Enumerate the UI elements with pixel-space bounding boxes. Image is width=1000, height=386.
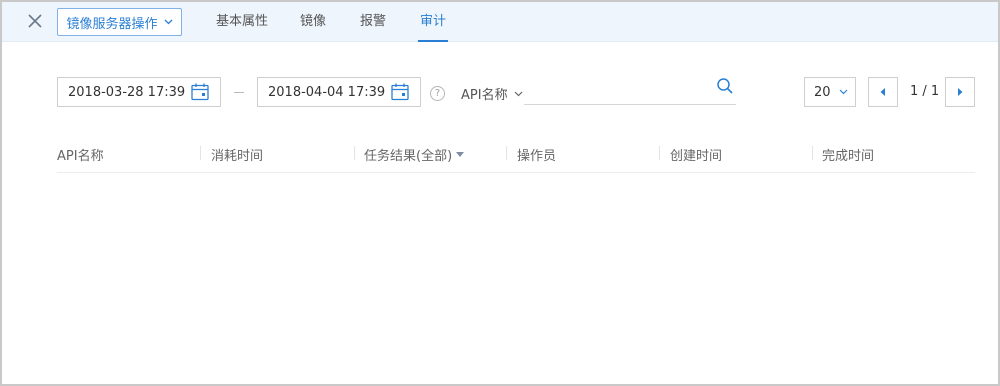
start-date-value: 2018-03-28 17:39 xyxy=(68,84,186,100)
close-icon xyxy=(28,14,42,28)
audit-table-body xyxy=(57,174,975,374)
column-divider xyxy=(506,146,507,160)
api-name-select-label: API名称 xyxy=(461,88,508,103)
column-header-label: 任务结果(全部) xyxy=(364,149,453,164)
calendar-icon[interactable] xyxy=(390,82,410,102)
column-header-duration[interactable]: 消耗时间 xyxy=(211,145,263,164)
column-header-task-result[interactable]: 任务结果(全部) xyxy=(364,145,465,164)
image-server-ops-button[interactable]: 镜像服务器操作 xyxy=(57,8,182,36)
sort-triangle-icon[interactable] xyxy=(456,152,465,157)
search-box xyxy=(524,77,736,105)
page-size-value: 20 xyxy=(814,84,831,100)
chevron-down-icon xyxy=(164,19,172,25)
column-header-label: 创建时间 xyxy=(670,149,723,164)
chevron-down-icon xyxy=(514,91,523,96)
column-divider xyxy=(354,146,355,160)
calendar-icon[interactable] xyxy=(190,82,210,102)
page-size-select[interactable]: 20 xyxy=(804,77,856,107)
column-header-api-name[interactable]: API名称 xyxy=(57,145,104,164)
column-header-operator[interactable]: 操作员 xyxy=(517,145,556,164)
api-name-select[interactable]: API名称 xyxy=(461,84,523,103)
column-header-label: 操作员 xyxy=(517,149,557,164)
help-icon[interactable]: ? xyxy=(430,86,445,101)
column-divider xyxy=(812,146,813,160)
column-divider xyxy=(659,146,660,160)
next-page-button[interactable] xyxy=(945,77,975,107)
caret-right-icon xyxy=(958,88,963,96)
column-header-label: API名称 xyxy=(57,149,104,164)
tab-basic-properties[interactable]: 基本属性 xyxy=(216,10,268,42)
end-date-value: 2018-04-04 17:39 xyxy=(268,84,386,100)
column-header-finished-time[interactable]: 完成时间 xyxy=(822,145,874,164)
date-range-separator xyxy=(234,92,244,93)
window-frame: 镜像服务器操作 基本属性 镜像 报警 审计 2018-03-28 17:39 2… xyxy=(0,0,1000,386)
column-header-label: 完成时间 xyxy=(822,149,875,164)
end-date-picker[interactable]: 2018-04-04 17:39 xyxy=(257,77,421,107)
page-indicator: 1 / 1 xyxy=(910,84,940,99)
column-divider xyxy=(200,146,201,160)
image-server-ops-label: 镜像服务器操作 xyxy=(66,16,158,32)
column-header-label: 消耗时间 xyxy=(211,149,264,164)
column-header-created-time[interactable]: 创建时间 xyxy=(670,145,722,164)
tab-alarms[interactable]: 报警 xyxy=(360,10,386,42)
prev-page-button[interactable] xyxy=(868,77,898,107)
start-date-picker[interactable]: 2018-03-28 17:39 xyxy=(57,77,221,107)
audit-table-header: API名称 消耗时间 任务结果(全部) 操作员 创建时间 完成时间 xyxy=(57,142,975,173)
tab-images[interactable]: 镜像 xyxy=(300,10,326,42)
top-bar: 镜像服务器操作 基本属性 镜像 报警 审计 xyxy=(2,2,998,42)
close-button[interactable] xyxy=(22,8,48,34)
tab-audit[interactable]: 审计 xyxy=(417,10,449,42)
search-icon[interactable] xyxy=(716,77,734,95)
caret-left-icon xyxy=(880,88,885,96)
chevron-down-icon xyxy=(839,89,847,95)
search-input[interactable] xyxy=(524,77,710,103)
